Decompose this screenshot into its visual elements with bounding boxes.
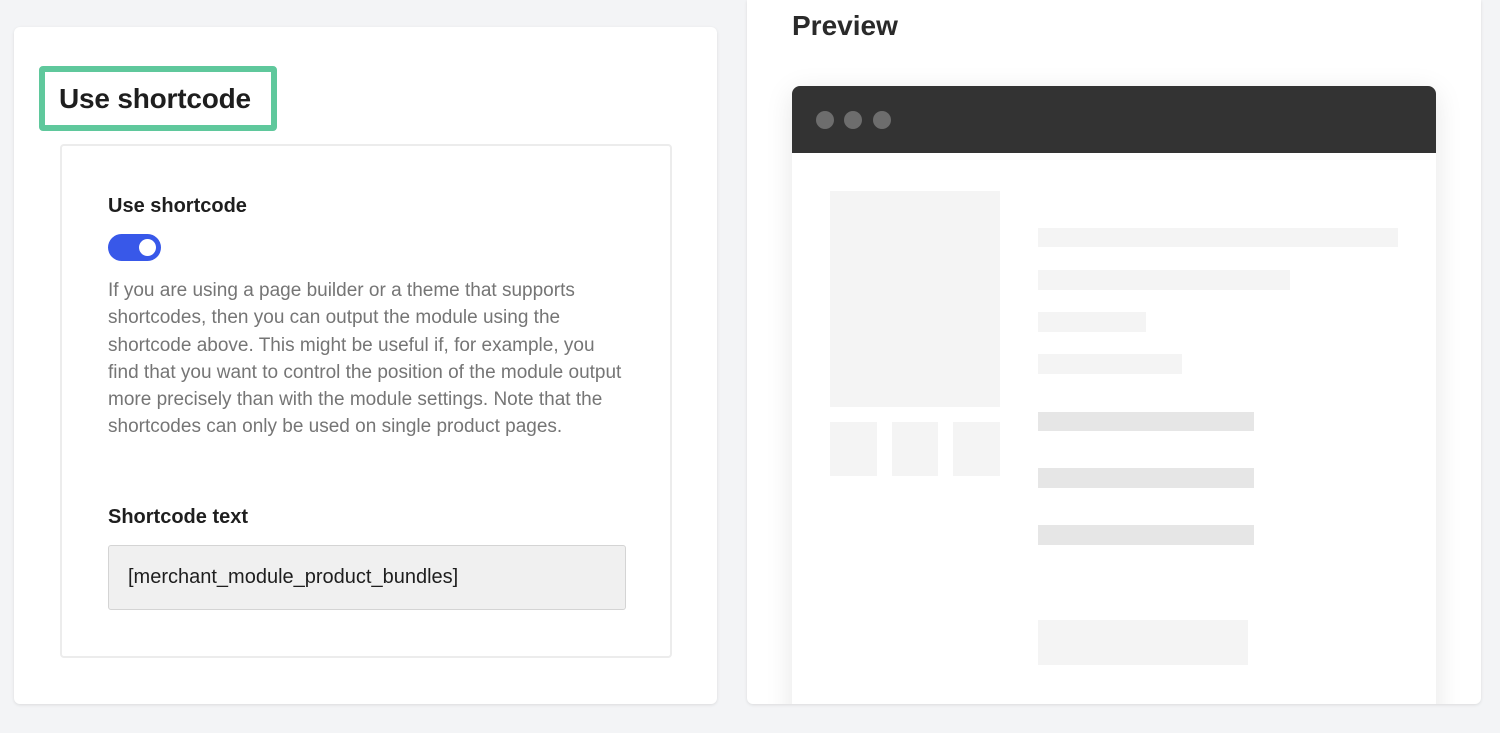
section-title: Use shortcode xyxy=(59,82,251,114)
settings-card: Use shortcode Use shortcode If you are u… xyxy=(14,27,717,704)
section-title-highlight: Use shortcode xyxy=(39,66,277,131)
shortcode-text-input[interactable] xyxy=(108,545,626,610)
thumbnail-placeholder xyxy=(830,422,877,476)
toggle-knob xyxy=(139,239,156,256)
shortcode-text-label: Shortcode text xyxy=(108,506,249,528)
bundle-row-placeholder xyxy=(1038,525,1254,545)
window-dot-icon xyxy=(844,111,862,129)
text-line-placeholder xyxy=(1038,270,1290,290)
preview-title: Preview xyxy=(792,10,898,41)
product-image-placeholder xyxy=(830,191,1000,407)
browser-mockup xyxy=(792,86,1436,704)
use-shortcode-toggle[interactable] xyxy=(108,234,161,261)
button-placeholder xyxy=(1038,620,1248,665)
bundle-row-placeholder xyxy=(1038,468,1254,488)
bundle-row-placeholder xyxy=(1038,412,1254,431)
preview-card: Preview xyxy=(747,0,1481,704)
title-line-placeholder xyxy=(1038,228,1398,247)
window-dot-icon xyxy=(873,111,891,129)
shortcode-description: If you are using a page builder or a the… xyxy=(108,280,622,438)
browser-title-bar xyxy=(792,86,1436,153)
thumbnail-placeholder xyxy=(953,422,1000,476)
thumbnail-placeholder xyxy=(892,422,938,476)
use-shortcode-label: Use shortcode xyxy=(108,195,247,217)
text-line-placeholder xyxy=(1038,354,1182,374)
text-line-placeholder xyxy=(1038,312,1146,332)
window-dot-icon xyxy=(816,111,834,129)
settings-panel: Use shortcode If you are using a page bu… xyxy=(60,144,672,658)
